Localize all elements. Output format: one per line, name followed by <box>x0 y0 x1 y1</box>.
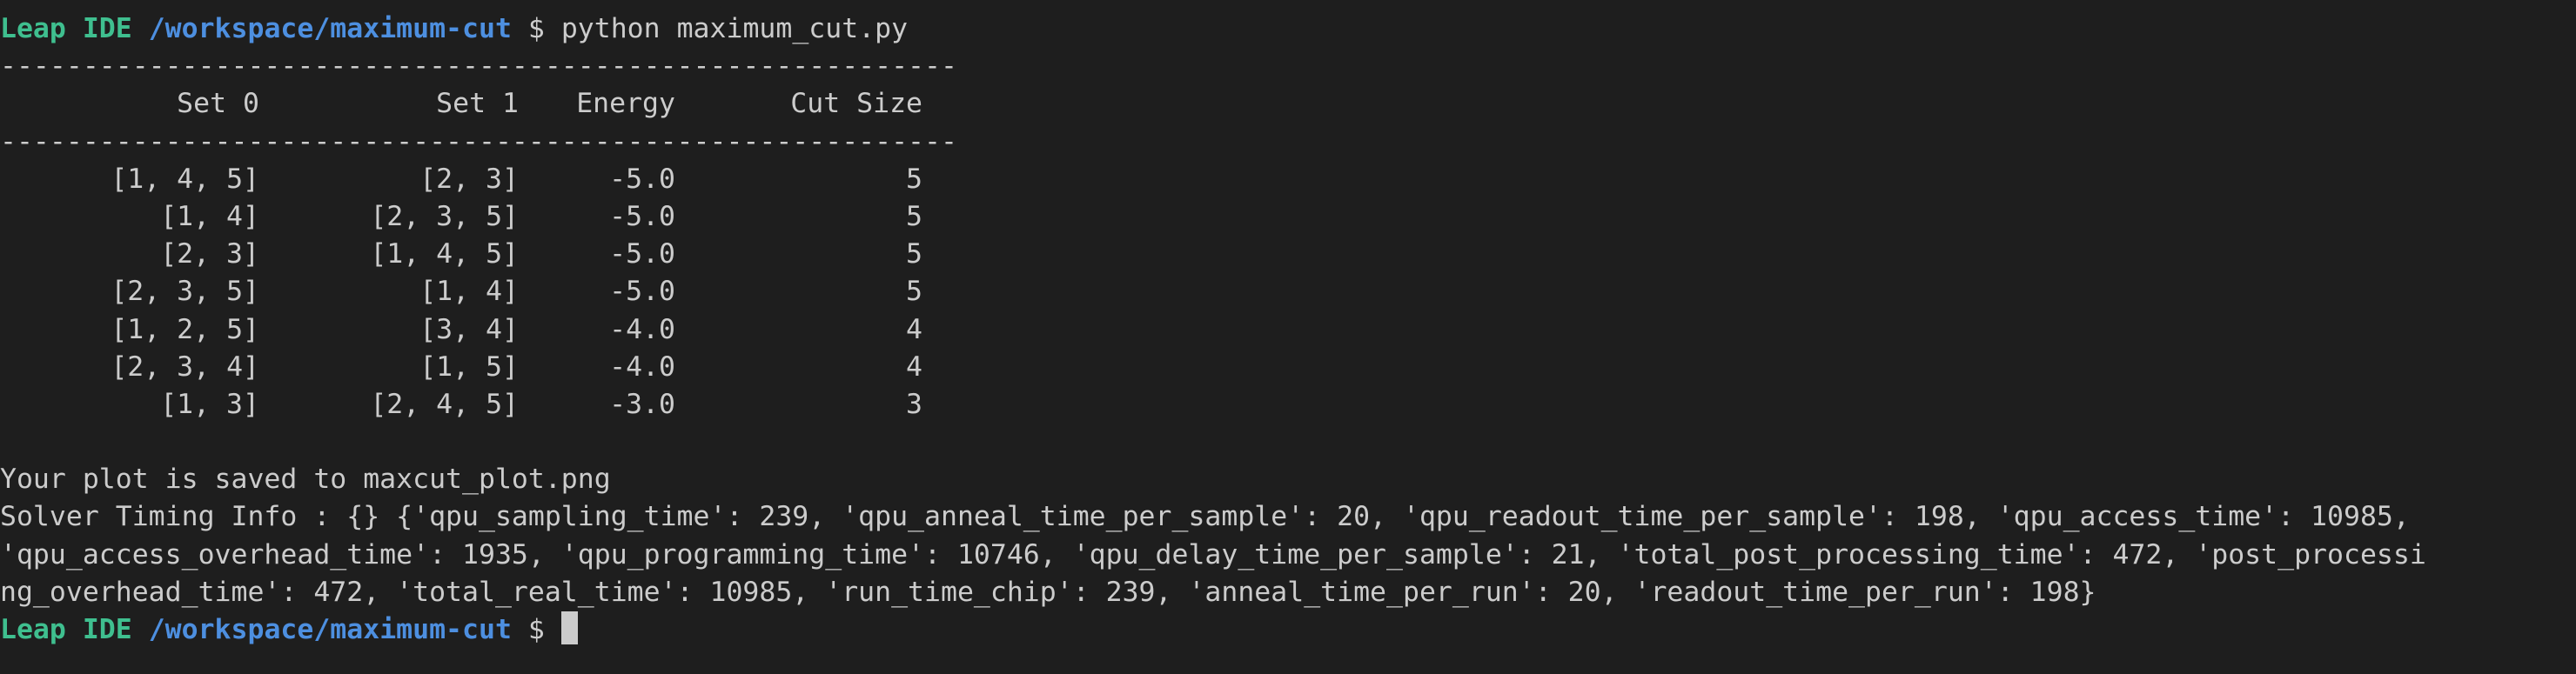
cell-set-0: [1, 3] <box>160 388 259 420</box>
cell-cut-size: 5 <box>906 238 922 270</box>
prompt-path: /workspace/maximum-cut <box>148 614 512 645</box>
cell-cut-size: 4 <box>906 313 922 345</box>
cell-energy: -5.0 <box>609 276 675 308</box>
prompt-symbol: $ <box>527 614 545 645</box>
cell-energy: -5.0 <box>609 163 675 195</box>
header-energy: Energy <box>576 88 675 120</box>
cell-set-1: [2, 3] <box>419 163 519 195</box>
cell-energy: -4.0 <box>609 350 675 383</box>
table-row: [1, 4] [2, 3, 5] -5.0 5 <box>0 198 2576 236</box>
table-row: [2, 3, 5] [1, 4] -5.0 5 <box>0 273 2576 310</box>
cell-set-0: [2, 3, 4] <box>111 350 259 383</box>
cell-cut-size: 5 <box>906 163 922 195</box>
header-set-1: Set 1 <box>436 88 519 120</box>
table-header: Set 0 Set 1 Energy Cut Size <box>0 85 2576 123</box>
cell-cut-size: 5 <box>906 200 922 232</box>
table-separator-bottom: ----------------------------------------… <box>0 125 957 157</box>
table-row: [1, 3] [2, 4, 5] -3.0 3 <box>0 386 2576 424</box>
cell-set-1: [1, 4] <box>419 276 519 308</box>
cell-set-1: [2, 4, 5] <box>370 388 519 420</box>
prompt-host: Leap IDE <box>0 614 132 645</box>
table-separator-top: ----------------------------------------… <box>0 50 957 83</box>
table-row: [1, 4, 5] [2, 3] -5.0 5 <box>0 161 2576 198</box>
cell-set-1: [1, 5] <box>419 350 519 383</box>
cell-cut-size: 5 <box>906 276 922 308</box>
cell-energy: -4.0 <box>609 313 675 345</box>
cell-energy: -3.0 <box>609 388 675 420</box>
cell-set-1: [1, 4, 5] <box>370 238 519 270</box>
solver-timing-line-2: 'qpu_access_overhead_time': 1935, 'qpu_p… <box>0 538 2426 571</box>
cell-energy: -5.0 <box>609 200 675 232</box>
prompt-path: /workspace/maximum-cut <box>148 13 512 44</box>
cell-set-0: [2, 3] <box>160 238 259 270</box>
solver-timing-line-3: ng_overhead_time': 472, 'total_real_time… <box>0 576 2096 608</box>
cell-energy: -5.0 <box>609 238 675 270</box>
cell-set-1: [2, 3, 5] <box>370 200 519 232</box>
cell-set-1: [3, 4] <box>419 313 519 345</box>
executed-command: python maximum_cut.py <box>560 13 909 44</box>
text-cursor[interactable] <box>560 611 578 644</box>
table-row: [2, 3] [1, 4, 5] -5.0 5 <box>0 236 2576 273</box>
cell-set-0: [1, 4] <box>160 200 259 232</box>
cell-set-0: [1, 2, 5] <box>111 313 259 345</box>
command-prompt-line: Leap IDE /workspace/maximum-cut $ python… <box>0 10 2576 48</box>
cell-cut-size: 4 <box>906 350 922 383</box>
solver-timing-line-1: Solver Timing Info : {} {'qpu_sampling_t… <box>0 501 2410 533</box>
cell-set-0: [1, 4, 5] <box>111 163 259 195</box>
table-row: [2, 3, 4] [1, 5] -4.0 4 <box>0 349 2576 386</box>
prompt-host: Leap IDE <box>0 13 132 44</box>
table-row: [1, 2, 5] [3, 4] -4.0 4 <box>0 311 2576 349</box>
cell-cut-size: 3 <box>906 388 922 420</box>
terminal-output[interactable]: Leap IDE /workspace/maximum-cut $ python… <box>0 10 2576 649</box>
active-prompt-line[interactable]: Leap IDE /workspace/maximum-cut $ <box>0 611 2576 649</box>
header-set-0: Set 0 <box>177 88 259 120</box>
prompt-symbol: $ <box>527 13 545 44</box>
cell-set-0: [2, 3, 5] <box>111 276 259 308</box>
header-cut-size: Cut Size <box>790 88 922 120</box>
plot-saved-message: Your plot is saved to maxcut_plot.png <box>0 464 611 496</box>
